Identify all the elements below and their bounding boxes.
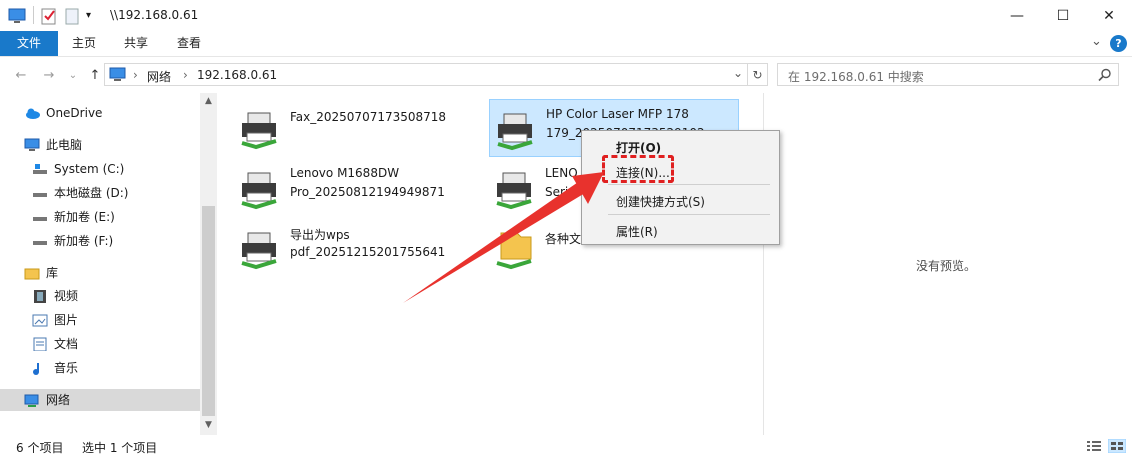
annotation-arrow [403,172,604,303]
